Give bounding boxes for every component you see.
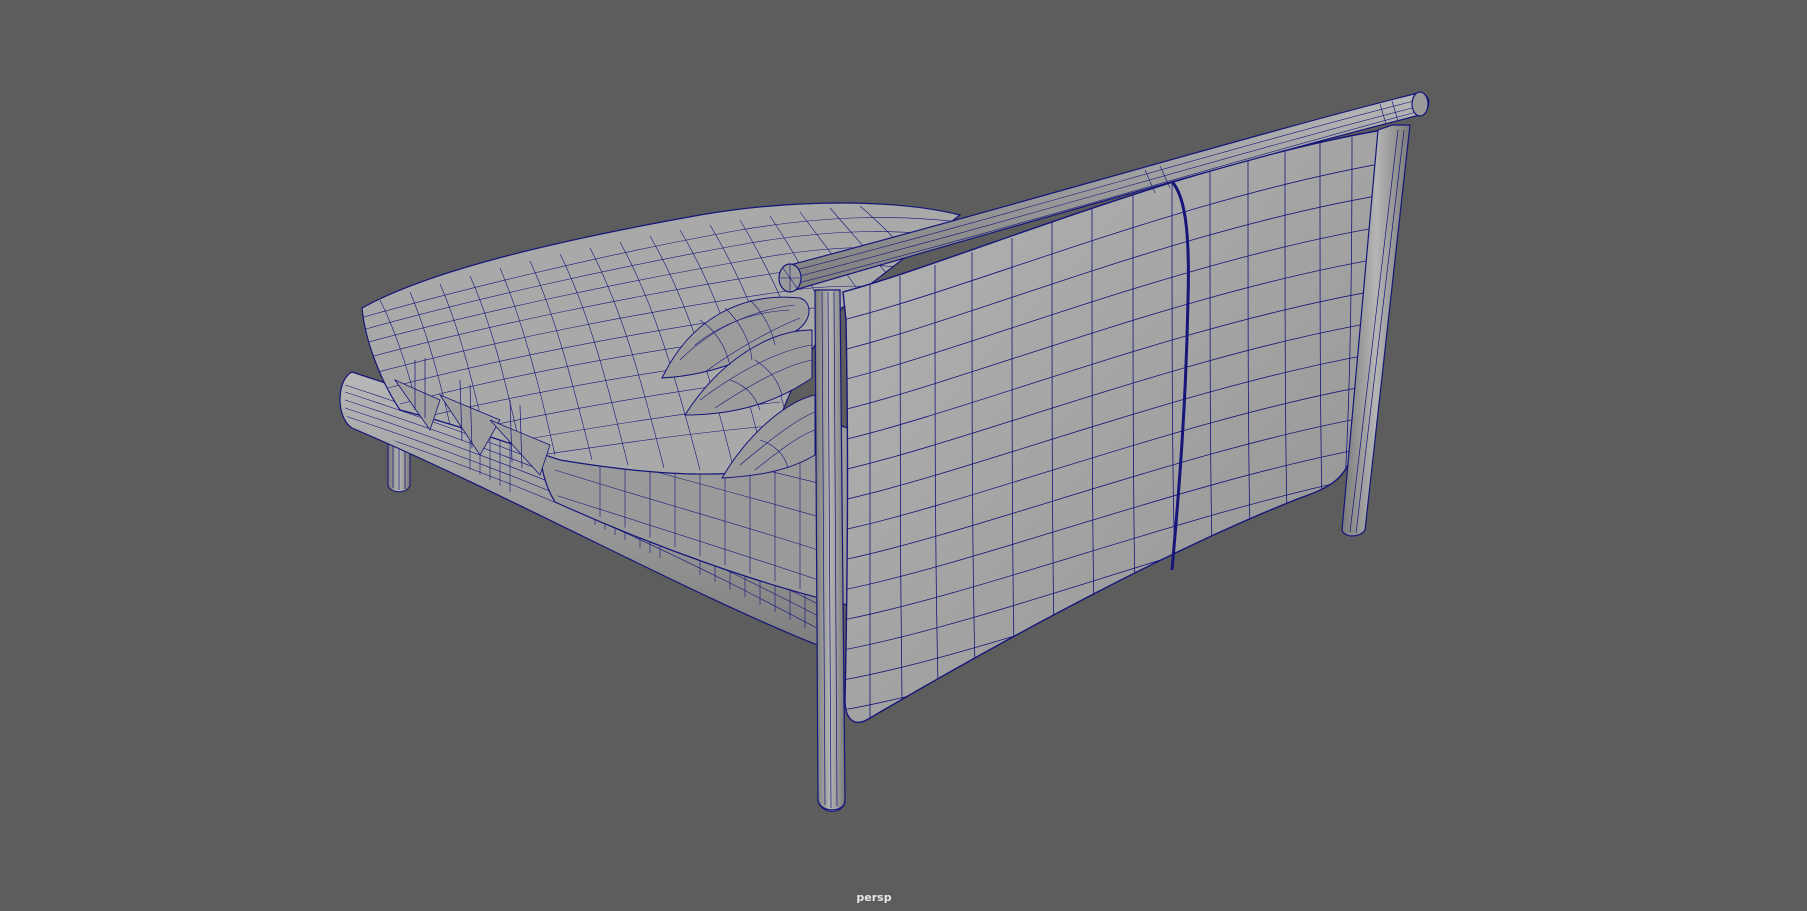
bed-model-wireframe[interactable]	[0, 0, 1807, 911]
perspective-viewport[interactable]: persp	[0, 0, 1807, 911]
camera-name-label: persp	[856, 891, 892, 904]
bed-frame-post-front	[814, 289, 846, 812]
